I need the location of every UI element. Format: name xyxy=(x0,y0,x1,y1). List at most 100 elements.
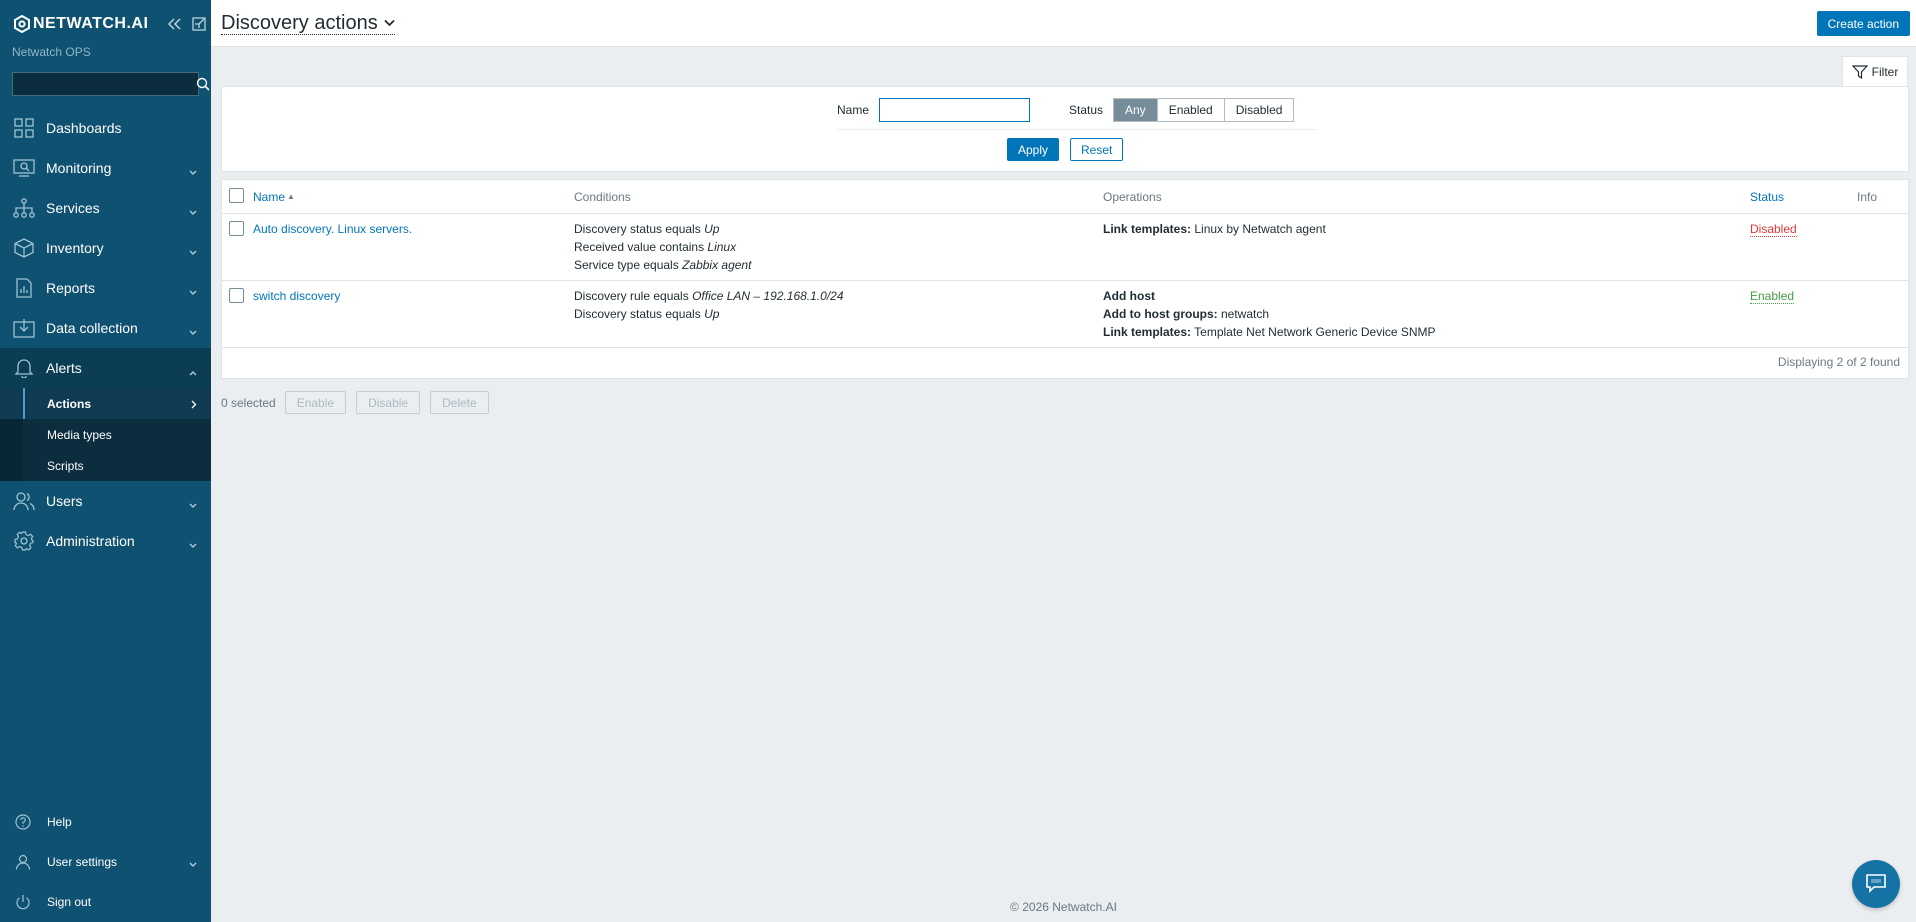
menu-dashboards[interactable]: Dashboards xyxy=(0,108,211,148)
chevron-up-icon xyxy=(189,363,197,379)
logo-row: NETWATCH.AI xyxy=(0,0,211,48)
menu-services[interactable]: Services xyxy=(0,188,211,228)
status-toggle-link[interactable]: Enabled xyxy=(1750,289,1795,304)
menu-label: Administration xyxy=(46,533,135,549)
disable-button[interactable]: Disable xyxy=(356,391,421,414)
header-divider xyxy=(222,213,1908,214)
menu-label: Users xyxy=(46,493,83,509)
chevron-down-icon xyxy=(189,203,197,219)
sidebar-search-input[interactable] xyxy=(13,73,196,95)
page-title-text: Discovery actions xyxy=(221,12,378,34)
collapse-sidebar-icon[interactable] xyxy=(168,18,182,30)
apply-button[interactable]: Apply xyxy=(1007,138,1060,161)
status-option-disabled[interactable]: Disabled xyxy=(1223,99,1294,121)
menu-label: Dashboards xyxy=(46,120,122,136)
kiosk-mode-icon[interactable] xyxy=(192,17,207,31)
users-icon xyxy=(13,490,35,512)
search-icon[interactable] xyxy=(196,73,210,95)
condition-text: Discovery rule equals xyxy=(574,289,693,303)
chevron-right-icon xyxy=(191,398,197,412)
condition-line: Discovery rule equals Office LAN – 192.1… xyxy=(574,287,844,305)
chat-button[interactable] xyxy=(1852,860,1900,908)
submenu-scripts[interactable]: Scripts xyxy=(0,450,211,481)
status-cell: Disabled xyxy=(1750,220,1797,238)
menu-user-settings[interactable]: User settings xyxy=(0,842,211,882)
status-option-any[interactable]: Any xyxy=(1114,99,1157,121)
row-divider xyxy=(222,347,1908,348)
operation-value: netwatch xyxy=(1217,307,1270,321)
logo-text: NETWATCH.AI xyxy=(33,15,149,32)
sidebar-search xyxy=(12,72,210,96)
menu-users[interactable]: Users xyxy=(0,481,211,521)
menu-sign-out[interactable]: Sign out xyxy=(0,882,211,922)
menu-label: Reports xyxy=(46,280,96,296)
condition-line: Discovery status equals Up xyxy=(574,305,844,323)
services-icon xyxy=(13,197,35,219)
condition-text: Discovery status equals xyxy=(574,307,705,321)
chevron-down-icon xyxy=(189,283,197,299)
menu-help[interactable]: Help xyxy=(0,802,211,842)
menu-label: Data collection xyxy=(46,320,138,336)
submenu-media-types[interactable]: Media types xyxy=(0,419,211,450)
action-name-link[interactable]: switch discovery xyxy=(253,287,340,305)
select-all-checkbox[interactable] xyxy=(229,188,244,203)
footer-copyright: © 2026 Netwatch.AI xyxy=(1010,900,1117,914)
filter-divider xyxy=(837,129,1317,130)
menu-alerts[interactable]: Alerts xyxy=(0,348,211,388)
action-conditions: Discovery status equals Up Received valu… xyxy=(574,220,751,274)
inventory-icon xyxy=(13,237,35,259)
main-menu: Dashboards Monitoring Services Inventory… xyxy=(0,108,211,561)
operation-line: Add host xyxy=(1103,287,1436,305)
operation-key: Link templates: xyxy=(1103,325,1192,339)
chat-icon xyxy=(1865,873,1887,896)
sort-ascending-icon: ▲ xyxy=(287,192,295,201)
menu-data-collection[interactable]: Data collection xyxy=(0,308,211,348)
condition-text: Received value contains xyxy=(574,240,708,254)
menu-administration[interactable]: Administration xyxy=(0,521,211,561)
condition-value: Zabbix agent xyxy=(682,258,752,272)
server-name: Netwatch OPS xyxy=(12,45,91,59)
chevron-down-icon xyxy=(384,19,395,27)
operation-line: Link templates: Linux by Netwatch agent xyxy=(1103,220,1326,238)
row-checkbox[interactable] xyxy=(229,221,244,236)
operation-value: Template Net Network Generic Device SNMP xyxy=(1191,325,1436,339)
column-header-info: Info xyxy=(1857,189,1878,204)
help-icon xyxy=(14,813,32,831)
chevron-down-icon xyxy=(189,536,197,552)
menu-label: Services xyxy=(46,200,100,216)
page-title[interactable]: Discovery actions xyxy=(221,12,395,35)
enable-button[interactable]: Enable xyxy=(284,391,347,414)
chevron-down-icon xyxy=(189,857,197,871)
row-checkbox[interactable] xyxy=(229,288,244,303)
menu-reports[interactable]: Reports xyxy=(0,268,211,308)
logo[interactable]: NETWATCH.AI xyxy=(13,15,148,33)
menu-label: Alerts xyxy=(46,360,82,376)
actions-table: Name ▲ Conditions Operations Status Info… xyxy=(221,179,1909,379)
column-header-status[interactable]: Status xyxy=(1750,180,1784,213)
condition-text: Discovery status equals xyxy=(574,222,705,236)
condition-value: Office LAN – 192.168.1.0/24 xyxy=(692,289,844,303)
action-name-link[interactable]: Auto discovery. Linux servers. xyxy=(253,220,412,238)
menu-inventory[interactable]: Inventory xyxy=(0,228,211,268)
operation-key: Link templates: xyxy=(1103,222,1192,236)
submenu-label: Actions xyxy=(47,396,92,411)
dashboards-icon xyxy=(13,117,35,139)
sidebar: NETWATCH.AI Netwatch OPS Dashboards Moni… xyxy=(0,0,211,922)
displaying-count: Displaying 2 of 2 found xyxy=(1777,355,1900,369)
column-header-name[interactable]: Name ▲ xyxy=(253,180,295,213)
filter-tab[interactable]: Filter xyxy=(1842,56,1908,87)
menu-monitoring[interactable]: Monitoring xyxy=(0,148,211,188)
monitoring-icon xyxy=(13,157,35,179)
chevron-down-icon xyxy=(189,163,197,179)
filter-status-label: Status xyxy=(1069,103,1104,117)
column-header-operations: Operations xyxy=(1103,189,1162,204)
status-toggle-link[interactable]: Disabled xyxy=(1750,222,1797,237)
filter-name-input[interactable] xyxy=(879,98,1030,122)
submenu-actions[interactable]: Actions xyxy=(0,388,211,419)
reset-button[interactable]: Reset xyxy=(1070,138,1124,161)
status-option-enabled[interactable]: Enabled xyxy=(1156,99,1224,121)
chevron-down-icon xyxy=(189,496,197,512)
power-icon xyxy=(14,893,32,911)
delete-button[interactable]: Delete xyxy=(430,391,489,414)
create-action-button[interactable]: Create action xyxy=(1816,11,1910,36)
